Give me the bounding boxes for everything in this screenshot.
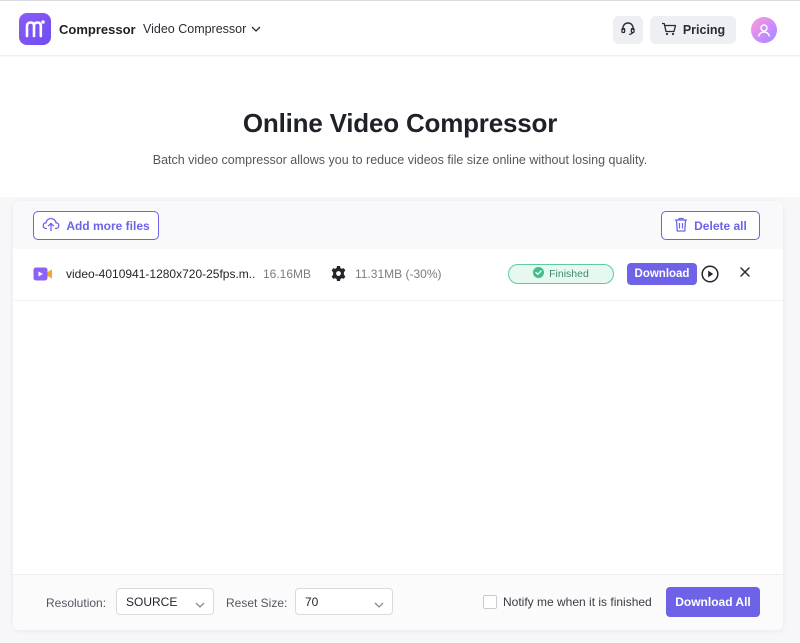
reset-size-label: Reset Size: [226, 596, 288, 610]
reset-size-value: 70 [305, 594, 319, 609]
add-more-files-label: Add more files [66, 218, 150, 233]
compressed-file-size: 11.31MB (-30%) [355, 267, 442, 281]
headset-icon [620, 20, 636, 41]
support-button[interactable] [613, 16, 643, 44]
file-name: video-4010941-1280x720-25fps.m... [66, 267, 256, 281]
cloud-upload-icon [42, 216, 60, 235]
status-label: Finished [549, 268, 589, 280]
trash-icon [674, 217, 688, 235]
brand-name[interactable]: Compressor [59, 22, 136, 37]
download-all-button[interactable]: Download All [666, 587, 760, 617]
bottom-bar: Resolution: SOURCE Reset Size: 70 Notify… [13, 574, 783, 630]
add-more-files-button[interactable]: Add more files [33, 211, 159, 240]
pricing-button[interactable]: Pricing [650, 16, 736, 44]
user-avatar-icon[interactable] [751, 17, 777, 43]
file-row: video-4010941-1280x720-25fps.m... 16.16M… [13, 249, 783, 301]
media-io-logo-icon[interactable] [19, 13, 51, 45]
video-file-icon [33, 266, 53, 282]
chevron-down-icon [374, 598, 384, 612]
top-header: Compressor Video Compressor Pricing [0, 0, 800, 56]
pricing-label: Pricing [682, 23, 726, 37]
notify-label: Notify me when it is finished [503, 595, 652, 609]
notify-checkbox[interactable] [483, 595, 497, 609]
resolution-label: Resolution: [46, 596, 107, 610]
chevron-down-icon [251, 22, 261, 36]
chevron-down-icon [195, 598, 205, 612]
delete-all-label: Delete all [694, 218, 747, 233]
nav-menu-label: Video Compressor [143, 22, 247, 36]
video-compressor-menu[interactable]: Video Compressor [143, 22, 261, 36]
resolution-value: SOURCE [126, 594, 178, 609]
status-badge: Finished [508, 264, 614, 284]
cart-icon [661, 22, 677, 39]
resolution-select[interactable]: SOURCE [116, 588, 214, 615]
close-icon[interactable] [738, 266, 752, 280]
check-circle-icon [533, 267, 545, 281]
file-panel: Add more files Delete all video-4010941-… [13, 201, 783, 630]
reset-size-select[interactable]: 70 [295, 588, 393, 615]
panel-toolbar: Add more files Delete all [13, 201, 783, 249]
gear-icon[interactable] [330, 265, 347, 282]
page-subtitle: Batch video compressor allows you to red… [152, 153, 648, 167]
download-button[interactable]: Download [627, 263, 697, 285]
play-circle-icon[interactable] [701, 265, 719, 283]
page-title: Online Video Compressor [242, 108, 558, 138]
delete-all-button[interactable]: Delete all [661, 211, 760, 240]
original-file-size: 16.16MB [263, 267, 312, 281]
